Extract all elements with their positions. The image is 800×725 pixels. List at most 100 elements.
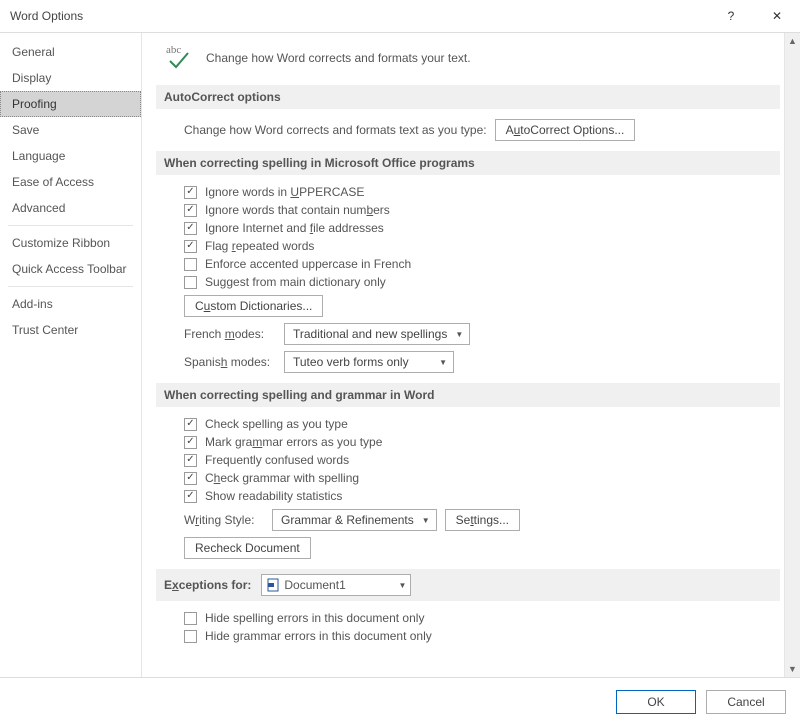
settings-button[interactable]: Settings... xyxy=(445,509,520,531)
custom-dictionaries-button[interactable]: Custom Dictionaries... xyxy=(184,295,323,317)
window-buttons: ? ✕ xyxy=(708,0,800,32)
help-button[interactable]: ? xyxy=(708,0,754,32)
sidebar-item-proofing[interactable]: Proofing xyxy=(0,91,141,117)
section-autocorrect-options: AutoCorrect options xyxy=(156,85,780,109)
check-mark-grammar[interactable]: Mark grammar errors as you type xyxy=(184,435,774,449)
check-ignore-internet[interactable]: Ignore Internet and file addresses xyxy=(184,221,774,235)
check-suggest-main-dict[interactable]: Suggest from main dictionary only xyxy=(184,275,774,289)
ok-button[interactable]: OK xyxy=(616,690,696,714)
section-exceptions: Exceptions for: Document1 ▼ xyxy=(156,569,780,601)
writing-style-select[interactable]: Grammar & Refinements ▼ xyxy=(272,509,437,531)
row-french-modes: French modes: Traditional and new spelli… xyxy=(184,323,774,345)
check-spelling-as-type[interactable]: Check spelling as you type xyxy=(184,417,774,431)
row-writing-style: Writing Style: Grammar & Refinements ▼ S… xyxy=(184,509,774,531)
cancel-button[interactable]: Cancel xyxy=(706,690,786,714)
close-icon: ✕ xyxy=(772,9,782,23)
proofing-icon: abc xyxy=(162,43,192,73)
row-custom-dictionaries: Custom Dictionaries... xyxy=(184,295,774,317)
french-modes-select[interactable]: Traditional and new spellings ▼ xyxy=(284,323,470,345)
row-spanish-modes: Spanish modes: Tuteo verb forms only ▼ xyxy=(184,351,774,373)
check-readability[interactable]: Show readability statistics xyxy=(184,489,774,503)
checkbox-icon xyxy=(184,222,197,235)
sidebar-item-general[interactable]: General xyxy=(0,39,141,65)
scroll-down-button[interactable]: ▼ xyxy=(785,661,800,677)
check-label: Flag repeated words xyxy=(205,239,314,253)
vertical-scrollbar[interactable]: ▲ ▼ xyxy=(784,33,800,677)
sidebar-item-advanced[interactable]: Advanced xyxy=(0,195,141,221)
spanish-modes-select[interactable]: Tuteo verb forms only ▼ xyxy=(284,351,454,373)
sidebar-item-trust-center[interactable]: Trust Center xyxy=(0,317,141,343)
checkbox-icon xyxy=(184,490,197,503)
select-value: Document1 xyxy=(284,578,345,592)
check-label: Suggest from main dictionary only xyxy=(205,275,386,289)
check-grammar-with-spelling[interactable]: Check grammar with spelling xyxy=(184,471,774,485)
hero-text: Change how Word corrects and formats you… xyxy=(206,51,471,65)
checkbox-icon xyxy=(184,258,197,271)
checkbox-icon xyxy=(184,204,197,217)
hero: abc Change how Word corrects and formats… xyxy=(162,43,774,73)
section-spelling-word: When correcting spelling and grammar in … xyxy=(156,383,780,407)
abc-text: abc xyxy=(166,44,181,56)
check-flag-repeated[interactable]: Flag repeated words xyxy=(184,239,774,253)
exceptions-document-select[interactable]: Document1 ▼ xyxy=(261,574,411,596)
checkbox-icon xyxy=(184,454,197,467)
check-ignore-numbers[interactable]: Ignore words that contain numbers xyxy=(184,203,774,217)
word-doc-icon xyxy=(266,578,280,592)
check-label: Check spelling as you type xyxy=(205,417,348,431)
sidebar-item-add-ins[interactable]: Add-ins xyxy=(0,291,141,317)
autocorrect-row: Change how Word corrects and formats tex… xyxy=(184,119,774,141)
check-ignore-uppercase[interactable]: Ignore words in UPPERCASE xyxy=(184,185,774,199)
autocorrect-desc: Change how Word corrects and formats tex… xyxy=(184,123,487,137)
checkbox-icon xyxy=(184,630,197,643)
check-label: Hide grammar errors in this document onl… xyxy=(205,629,432,643)
sidebar-item-save[interactable]: Save xyxy=(0,117,141,143)
check-label: Hide spelling errors in this document on… xyxy=(205,611,424,625)
sidebar-item-ease-of-access[interactable]: Ease of Access xyxy=(0,169,141,195)
writing-style-label: Writing Style: xyxy=(184,513,264,527)
sidebar-item-display[interactable]: Display xyxy=(0,65,141,91)
check-label: Ignore words in UPPERCASE xyxy=(205,185,364,199)
autocorrect-options-button[interactable]: AutoCorrect Options... xyxy=(495,119,636,141)
check-enforce-accented[interactable]: Enforce accented uppercase in French xyxy=(184,257,774,271)
sidebar-item-language[interactable]: Language xyxy=(0,143,141,169)
checkbox-icon xyxy=(184,436,197,449)
sidebar-separator xyxy=(8,286,133,287)
sidebar-item-quick-access-toolbar[interactable]: Quick Access Toolbar xyxy=(0,256,141,282)
french-modes-label: French modes: xyxy=(184,327,276,341)
scroll-up-button[interactable]: ▲ xyxy=(785,33,800,49)
sidebar-item-customize-ribbon[interactable]: Customize Ribbon xyxy=(0,230,141,256)
chevron-down-icon: ▼ xyxy=(455,330,463,339)
checkbox-icon xyxy=(184,276,197,289)
checkbox-icon xyxy=(184,612,197,625)
checkbox-icon xyxy=(184,240,197,253)
check-label: Enforce accented uppercase in French xyxy=(205,257,411,271)
checkbox-icon xyxy=(184,186,197,199)
check-label: Mark grammar errors as you type xyxy=(205,435,382,449)
select-value: Grammar & Refinements xyxy=(281,513,414,527)
checkbox-icon xyxy=(184,418,197,431)
sidebar-separator xyxy=(8,225,133,226)
check-hide-grammar-errors[interactable]: Hide grammar errors in this document onl… xyxy=(184,629,774,643)
row-recheck: Recheck Document xyxy=(184,537,774,559)
exceptions-label: Exceptions for: xyxy=(164,578,251,592)
dialog-footer: OK Cancel xyxy=(0,677,800,725)
scroll-area[interactable]: abc Change how Word corrects and formats… xyxy=(142,33,784,677)
recheck-document-button[interactable]: Recheck Document xyxy=(184,537,311,559)
check-label: Ignore words that contain numbers xyxy=(205,203,390,217)
check-hide-spelling-errors[interactable]: Hide spelling errors in this document on… xyxy=(184,611,774,625)
check-label: Frequently confused words xyxy=(205,453,349,467)
content-pane: abc Change how Word corrects and formats… xyxy=(142,33,800,677)
window-title: Word Options xyxy=(10,9,83,23)
title-bar: Word Options ? ✕ xyxy=(0,0,800,32)
chevron-down-icon: ▼ xyxy=(398,581,406,590)
help-icon: ? xyxy=(728,9,735,23)
close-button[interactable]: ✕ xyxy=(754,0,800,32)
check-frequently-confused[interactable]: Frequently confused words xyxy=(184,453,774,467)
check-label: Ignore Internet and file addresses xyxy=(205,221,384,235)
sidebar: General Display Proofing Save Language E… xyxy=(0,33,142,677)
chevron-down-icon: ▼ xyxy=(439,358,447,367)
check-label: Show readability statistics xyxy=(205,489,342,503)
checkbox-icon xyxy=(184,472,197,485)
spanish-modes-label: Spanish modes: xyxy=(184,355,276,369)
dialog-body: General Display Proofing Save Language E… xyxy=(0,32,800,677)
